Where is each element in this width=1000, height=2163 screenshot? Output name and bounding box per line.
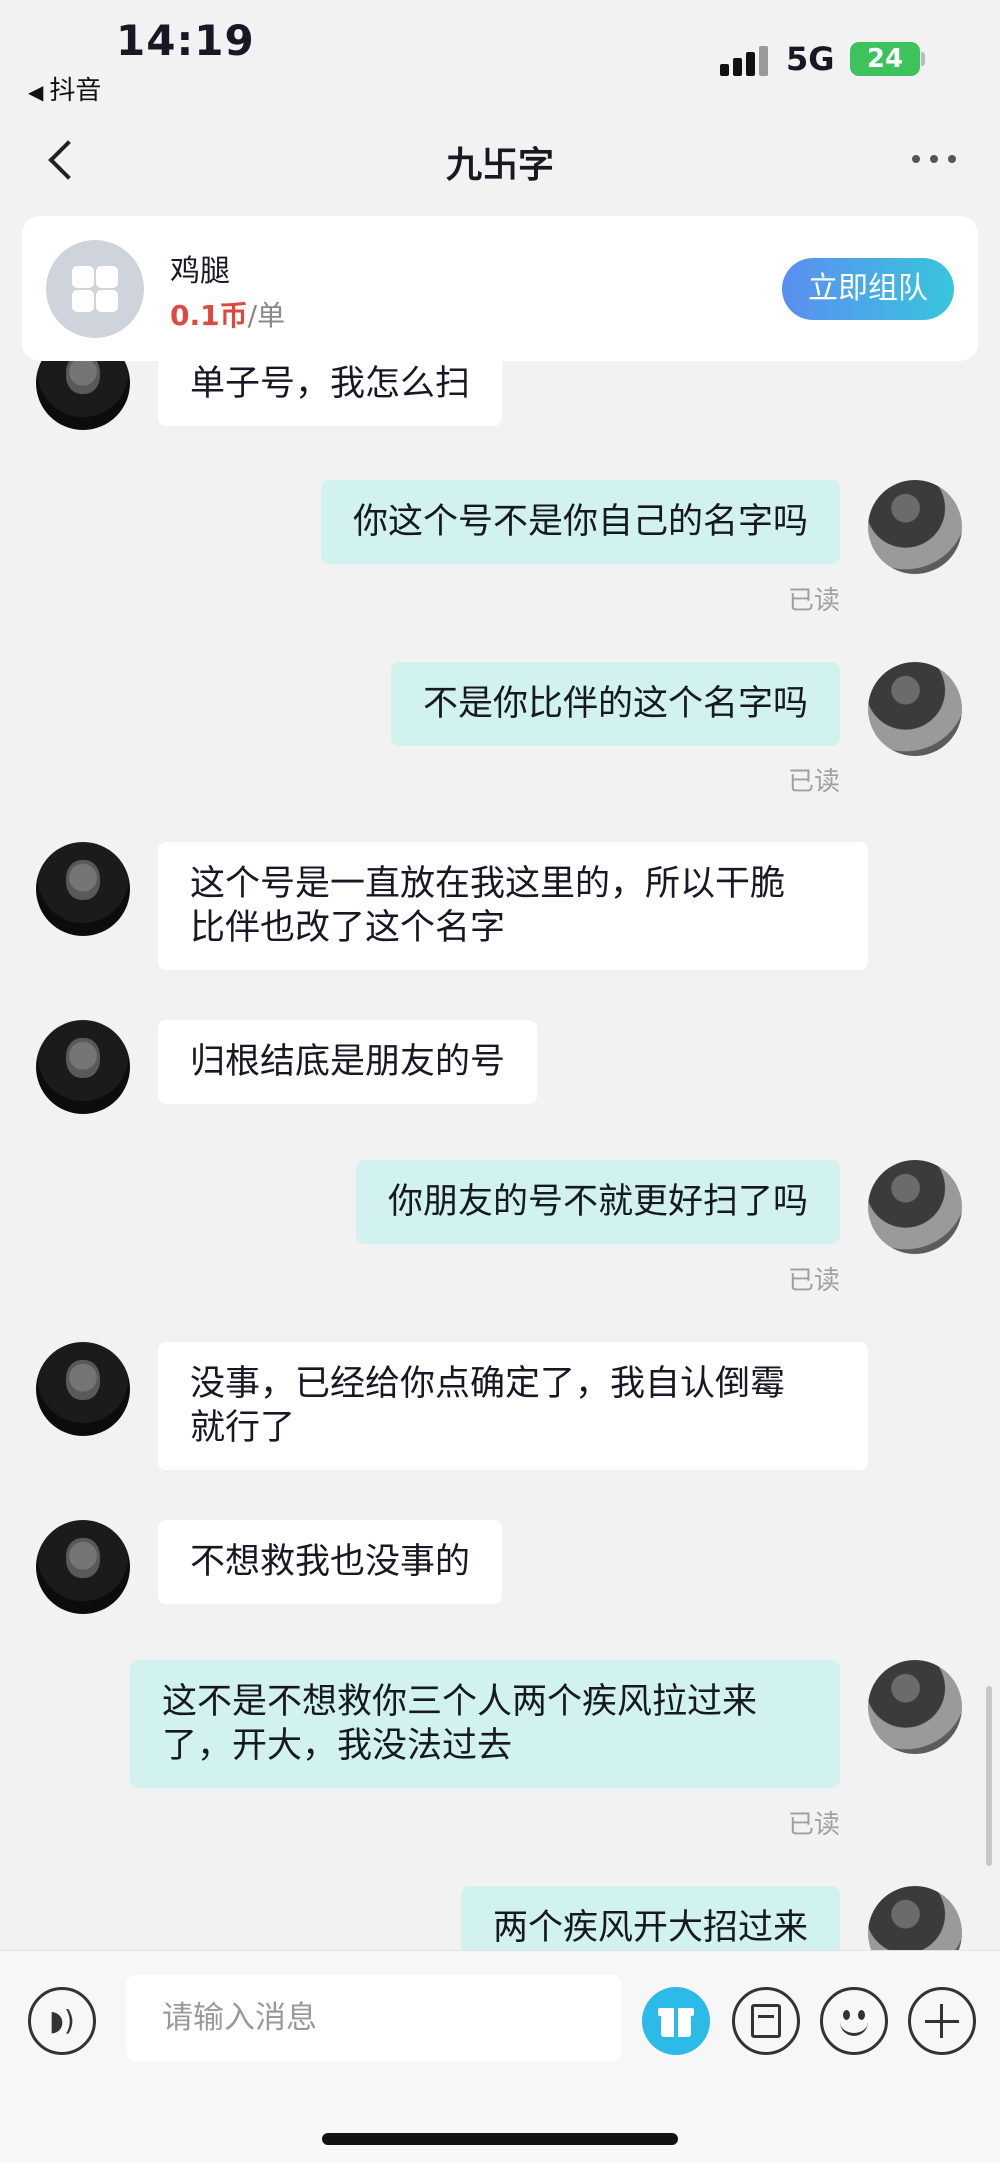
self-avatar[interactable] — [868, 480, 962, 574]
status-bar: 14:19 ◀ 抖音 5G 24 — [0, 0, 1000, 110]
chat-list[interactable]: 单子号，我怎么扫 你这个号不是你自己的名字吗 已读 不是你比伴的这个名字吗 已读… — [0, 216, 1000, 1950]
contact-avatar[interactable] — [36, 1020, 130, 1114]
battery-tip — [921, 52, 925, 66]
emoji-icon[interactable] — [820, 1987, 888, 2055]
back-to-app-link[interactable]: ◀ 抖音 — [28, 70, 101, 107]
battery-icon: 24 — [850, 42, 920, 76]
message-bubble-sent[interactable]: 你朋友的号不就更好扫了吗 — [355, 1160, 840, 1244]
contact-avatar[interactable] — [36, 1342, 130, 1436]
message-bubble-received[interactable]: 归根结底是朋友的号 — [158, 1020, 538, 1104]
read-status: 已读 — [787, 1266, 840, 1296]
message-bubble-sent[interactable]: 你这个号不是你自己的名字吗 — [320, 480, 840, 564]
home-indicator[interactable] — [322, 2133, 678, 2145]
more-icon[interactable] — [912, 146, 956, 172]
message-input[interactable] — [126, 1975, 622, 2061]
read-status: 已读 — [787, 1810, 840, 1840]
chat-header: 九卐字 — [0, 110, 1000, 214]
message-bubble-sent[interactable]: 这不是不想救你三个人两个疾风拉过来 了，开大，我没法过去 — [130, 1660, 840, 1788]
battery-level: 24 — [866, 44, 904, 74]
input-bar: ◗) — [0, 1950, 1000, 2163]
self-avatar[interactable] — [868, 1886, 962, 1950]
voice-icon[interactable]: ◗) — [28, 1987, 96, 2055]
read-status: 已读 — [787, 767, 840, 797]
status-time: 14:19 — [116, 16, 255, 65]
contact-avatar[interactable] — [36, 1520, 130, 1614]
back-triangle-icon: ◀ — [28, 80, 44, 104]
scroll-indicator[interactable] — [986, 1686, 992, 1866]
order-price: 0.1币/单 — [170, 294, 285, 334]
plus-icon[interactable] — [908, 1987, 976, 2055]
self-avatar[interactable] — [868, 1660, 962, 1754]
message-bubble-sent[interactable]: 不是你比伴的这个名字吗 — [390, 662, 840, 746]
back-app-label: 抖音 — [49, 76, 102, 106]
message-bubble-received[interactable]: 没事，已经给你点确定了，我自认倒霉 就行了 — [158, 1342, 868, 1470]
signal-icon — [720, 44, 772, 76]
order-card-icon[interactable] — [732, 1987, 800, 2055]
game-grid-icon — [46, 240, 144, 338]
read-status: 已读 — [787, 586, 840, 616]
order-name: 鸡腿 — [170, 254, 230, 289]
page-title: 九卐字 — [445, 145, 554, 186]
order-card[interactable]: 鸡腿 0.1币/单 立即组队 — [22, 216, 978, 361]
message-bubble-received[interactable]: 不想救我也没事的 — [158, 1520, 503, 1604]
network-type: 5G — [786, 40, 835, 78]
self-avatar[interactable] — [868, 662, 962, 756]
join-team-button[interactable]: 立即组队 — [782, 258, 954, 320]
message-bubble-received[interactable]: 这个号是一直放在我这里的，所以干脆 比伴也改了这个名字 — [158, 842, 868, 970]
price-unit: /单 — [247, 299, 286, 332]
self-avatar[interactable] — [868, 1160, 962, 1254]
message-bubble-sent[interactable]: 两个疾风开大招过来 — [460, 1886, 840, 1950]
contact-avatar[interactable] — [36, 842, 130, 936]
gift-icon[interactable] — [642, 1987, 710, 2055]
price-value: 0.1币 — [170, 299, 248, 332]
